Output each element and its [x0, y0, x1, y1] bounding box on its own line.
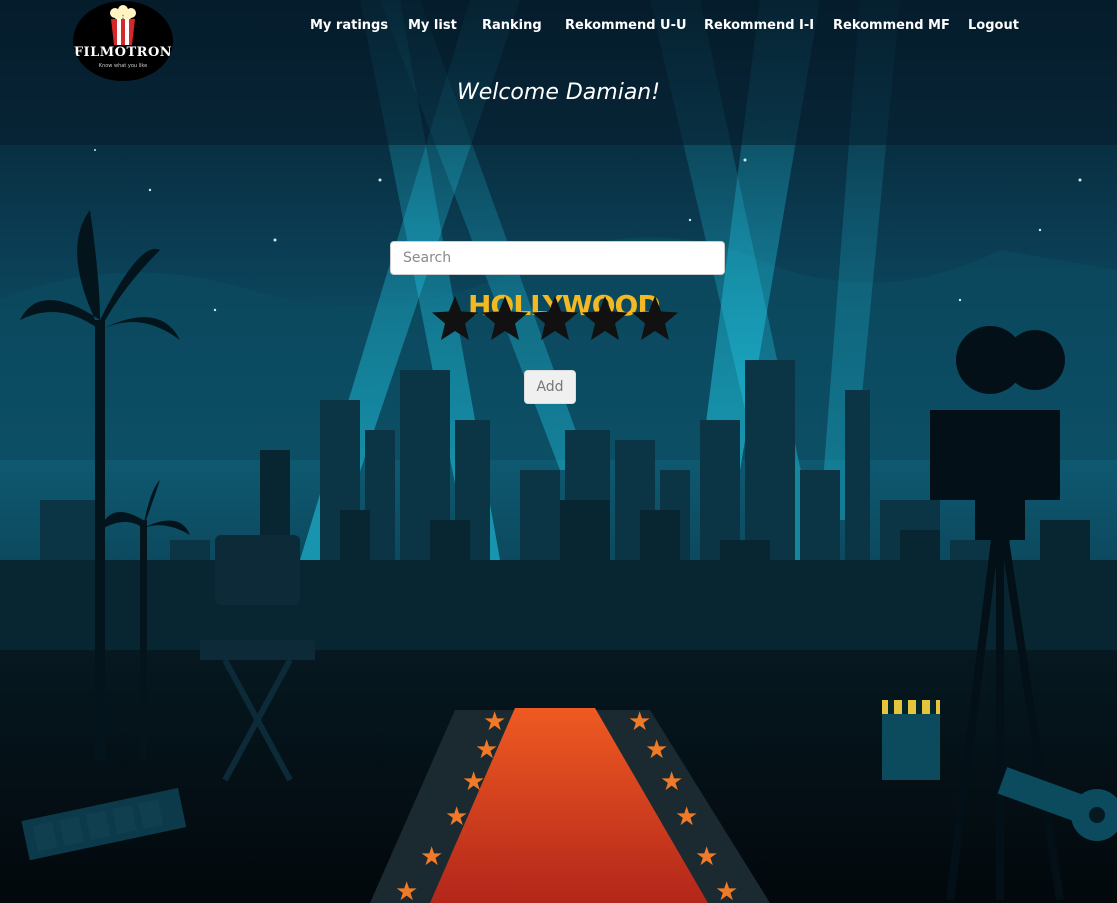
add-button[interactable]: Add — [524, 370, 576, 404]
svg-text:★: ★ — [420, 842, 443, 872]
star-icon[interactable] — [580, 294, 630, 344]
svg-text:★: ★ — [660, 767, 683, 797]
popcorn-icon — [110, 5, 136, 45]
star-icon[interactable] — [530, 294, 580, 344]
nav-rekommend-mf[interactable]: Rekommend MF — [833, 18, 950, 33]
svg-text:★: ★ — [475, 735, 498, 765]
nav-rekommend-i-i[interactable]: Rekommend I-I — [704, 18, 814, 33]
nav-ranking[interactable]: Ranking — [482, 18, 542, 33]
top-navbar: FILMOTRON Know what you like My ratings … — [0, 0, 1117, 145]
brand-tagline: Know what you like — [98, 63, 148, 69]
star-icon[interactable] — [630, 294, 680, 344]
nav-my-list[interactable]: My list — [408, 18, 457, 33]
welcome-message: Welcome Damian! — [456, 80, 661, 105]
nav-my-ratings[interactable]: My ratings — [310, 18, 388, 33]
svg-text:★: ★ — [715, 877, 738, 903]
search-input[interactable] — [390, 241, 725, 275]
svg-text:★: ★ — [645, 735, 668, 765]
nav-logout[interactable]: Logout — [968, 18, 1019, 33]
svg-text:★: ★ — [675, 802, 698, 832]
star-icon[interactable] — [430, 294, 480, 344]
nav-rekommend-u-u[interactable]: Rekommend U-U — [565, 18, 687, 33]
svg-text:★: ★ — [395, 877, 418, 903]
svg-text:★: ★ — [462, 767, 485, 797]
svg-text:★: ★ — [445, 802, 468, 832]
svg-text:★: ★ — [628, 707, 651, 737]
brand-name: FILMOTRON — [73, 45, 173, 60]
svg-text:★: ★ — [483, 707, 506, 737]
svg-text:★: ★ — [695, 842, 718, 872]
star-icon[interactable] — [480, 294, 530, 344]
filmotron-logo[interactable]: FILMOTRON Know what you like — [73, 1, 173, 81]
